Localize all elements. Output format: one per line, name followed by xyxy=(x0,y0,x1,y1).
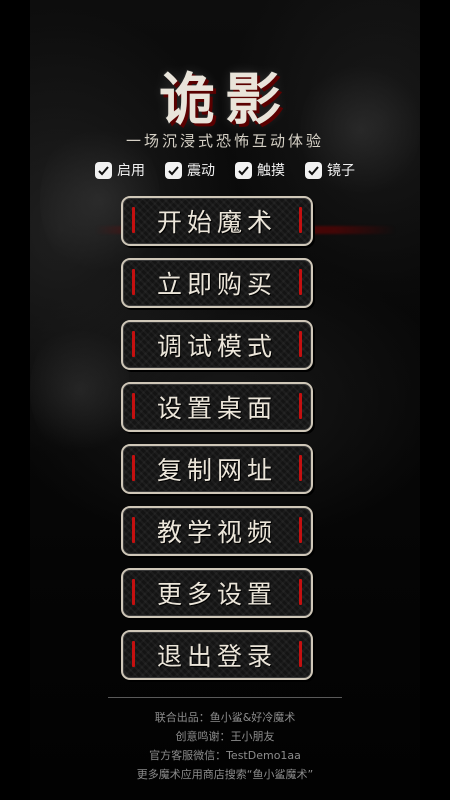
menu-button-label: 更多设置 xyxy=(156,580,277,609)
option-vibrate[interactable]: 震动 xyxy=(165,160,215,180)
menu-button-label: 退出登录 xyxy=(156,642,277,671)
menu-button-label: 立即购买 xyxy=(156,270,277,299)
option-label: 镜子 xyxy=(327,163,355,179)
option-label: 震动 xyxy=(187,163,215,179)
red-bar-icon xyxy=(132,269,135,295)
red-bar-icon xyxy=(132,393,135,419)
checkbox-checked-icon[interactable] xyxy=(95,161,112,179)
copy-url-button[interactable]: 复制网址 xyxy=(121,444,313,494)
red-bar-icon xyxy=(299,331,302,357)
red-bar-icon xyxy=(299,269,302,295)
checkbox-checked-icon[interactable] xyxy=(235,161,252,179)
checkbox-checked-icon[interactable] xyxy=(305,161,322,179)
footer-divider xyxy=(108,697,342,698)
support-wechat-line: 官方客服微信：TestDemo1aa xyxy=(149,749,301,762)
red-bar-icon xyxy=(299,207,302,233)
tutorial-video-button[interactable]: 教学视频 xyxy=(121,506,313,556)
red-bar-icon xyxy=(132,579,135,605)
debug-mode-button[interactable]: 调试模式 xyxy=(121,320,313,370)
credits-line: 创意鸣谢：王小朋友 xyxy=(175,730,275,743)
option-label: 启用 xyxy=(117,163,145,179)
start-magic-button[interactable]: 开始魔术 xyxy=(121,196,313,246)
buy-now-button[interactable]: 立即购买 xyxy=(121,258,313,308)
option-label: 触摸 xyxy=(257,163,285,179)
menu-button-label: 复制网址 xyxy=(156,456,277,485)
menu-button-label: 调试模式 xyxy=(156,332,277,361)
red-bar-icon xyxy=(132,517,135,543)
red-bar-icon xyxy=(132,455,135,481)
menu-button-label: 设置桌面 xyxy=(156,394,277,423)
option-enable[interactable]: 启用 xyxy=(95,160,145,180)
logout-button[interactable]: 退出登录 xyxy=(121,630,313,680)
app-title: 诡影 xyxy=(159,67,291,133)
checkbox-checked-icon[interactable] xyxy=(165,161,182,179)
more-settings-button[interactable]: 更多设置 xyxy=(121,568,313,618)
credits-footer: 联合出品：鱼小鲨&好冷魔术 创意鸣谢：王小朋友 官方客服微信：TestDemo1… xyxy=(0,708,450,784)
menu-button-label: 开始魔术 xyxy=(156,208,277,237)
option-mirror[interactable]: 镜子 xyxy=(305,160,355,180)
background-figure xyxy=(30,320,130,460)
red-bar-icon xyxy=(132,207,135,233)
credits-line: 联合出品：鱼小鲨&好冷魔术 xyxy=(154,711,296,724)
red-bar-icon xyxy=(299,455,302,481)
app-subtitle: 一场沉浸式恐怖互动体验 xyxy=(125,132,324,150)
menu-button-label: 教学视频 xyxy=(156,518,277,547)
option-touch[interactable]: 触摸 xyxy=(235,160,285,180)
red-bar-icon xyxy=(299,517,302,543)
app-screen: 诡影 一场沉浸式恐怖互动体验 启用 震动 触摸 镜子 开始魔术 立即购买 调试模… xyxy=(0,0,450,800)
option-checkboxes: 启用 震动 触摸 镜子 xyxy=(0,160,450,180)
red-bar-icon xyxy=(299,641,302,667)
red-bar-icon xyxy=(132,331,135,357)
set-desktop-button[interactable]: 设置桌面 xyxy=(121,382,313,432)
red-bar-icon xyxy=(299,579,302,605)
app-store-search-line: 更多魔术应用商店搜索“鱼小鲨魔术” xyxy=(136,768,314,781)
red-bar-icon xyxy=(299,393,302,419)
red-bar-icon xyxy=(132,641,135,667)
